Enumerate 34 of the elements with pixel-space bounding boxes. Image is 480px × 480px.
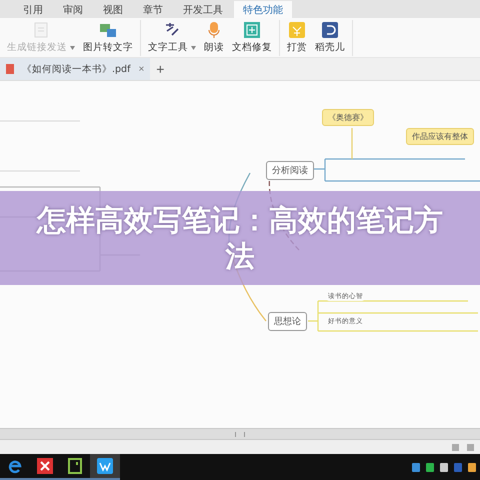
ribbon-button[interactable]: 图片转文字 xyxy=(79,21,138,54)
menu-tab[interactable]: 开发工具 xyxy=(174,1,232,18)
mind-map-note: 《奥德赛》 xyxy=(322,109,374,126)
menu-tab[interactable]: 特色功能 xyxy=(234,1,292,18)
mind-map-node: 思想论 xyxy=(268,312,307,331)
ribbon-button[interactable]: 文档修复 xyxy=(228,21,276,54)
taskbar-app[interactable] xyxy=(90,454,120,480)
ribbon-button[interactable]: 朗读 xyxy=(200,21,228,54)
document-title: 《如何阅读一本书》.pdf xyxy=(22,62,130,76)
microphone-icon xyxy=(207,21,222,39)
document-icon xyxy=(32,21,50,39)
book-icon xyxy=(68,458,82,474)
browser-icon xyxy=(7,458,23,474)
coin-icon xyxy=(288,21,306,39)
close-button[interactable]: × xyxy=(138,64,144,74)
mind-map-node: 分析阅读 xyxy=(266,161,314,180)
menu-tab[interactable]: 视图 xyxy=(94,1,132,18)
mind-map-note: 作品应该有整体 xyxy=(406,128,474,145)
overlay-title: 怎样高效写笔记：高效的笔记方法 xyxy=(35,202,444,274)
repair-icon xyxy=(243,21,262,39)
logo-icon xyxy=(321,21,340,39)
document-icon xyxy=(97,458,113,474)
ribbon-button[interactable]: 打赏 xyxy=(283,21,312,54)
menu-tab[interactable]: 审阅 xyxy=(54,1,92,18)
menu-tab[interactable]: 章节 xyxy=(134,1,172,18)
document-tab[interactable]: 《如何阅读一本书》.pdf × xyxy=(0,58,150,80)
cross-icon xyxy=(37,458,53,474)
menu-tab[interactable]: 引用 xyxy=(14,1,52,18)
new-tab-button[interactable]: + xyxy=(150,61,170,77)
pdf-icon xyxy=(6,64,14,74)
ribbon-button[interactable]: 文字工具 xyxy=(144,21,200,54)
ribbon-button[interactable]: 稻壳儿 xyxy=(311,21,350,54)
scrollbar-thumb[interactable] xyxy=(235,432,245,436)
picture-icon xyxy=(98,21,118,39)
